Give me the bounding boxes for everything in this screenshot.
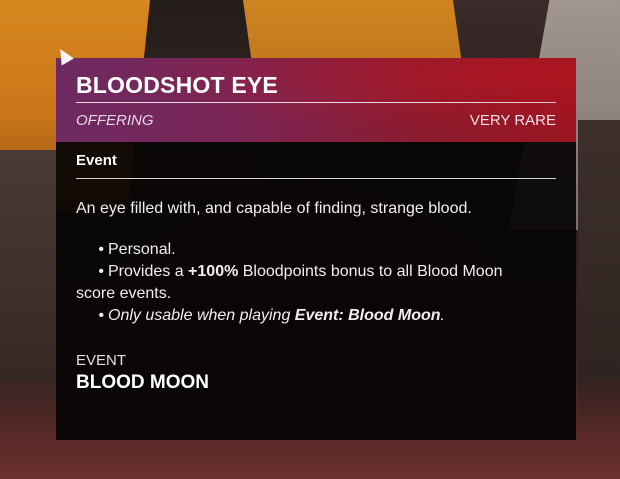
item-tooltip-card: BLOODSHOT EYE OFFERING VERY RARE Event A… [56,58,576,440]
section-heading: Event [76,152,117,169]
effect-item-bonus: • Provides a +100% Bloodpoints bonus to a… [98,263,503,280]
effect-list: • Personal. • Provides a +100% Bloodpoints… [76,239,556,327]
item-rarity-label: VERY RARE [469,112,556,129]
tooltip-header: BLOODSHOT EYE OFFERING VERY RARE [56,58,576,142]
effect-text: Bloodpoints bonus to all Blood Moon [238,263,503,280]
effect-event-name: Event: Blood Moon [294,307,441,324]
effect-text-continued: score events. [76,285,172,302]
effect-text: Provides a [108,263,189,280]
effect-bonus-value: +100% [188,263,239,280]
header-divider [76,102,556,103]
item-title: BLOODSHOT EYE [76,72,278,98]
item-description: An eye filled with, and capable of findi… [76,200,472,217]
effect-text: . [440,307,445,324]
effect-item-personal: • Personal. [98,241,176,258]
event-name: BLOOD MOON [76,372,209,393]
effect-text: Only usable when playing [108,307,295,324]
effect-item-restriction: • Only usable when playing Event: Blood M… [98,307,445,324]
effect-text: Personal. [108,241,176,258]
item-type-label: OFFERING [76,112,154,129]
section-divider [76,178,556,179]
event-label: EVENT [76,352,127,369]
